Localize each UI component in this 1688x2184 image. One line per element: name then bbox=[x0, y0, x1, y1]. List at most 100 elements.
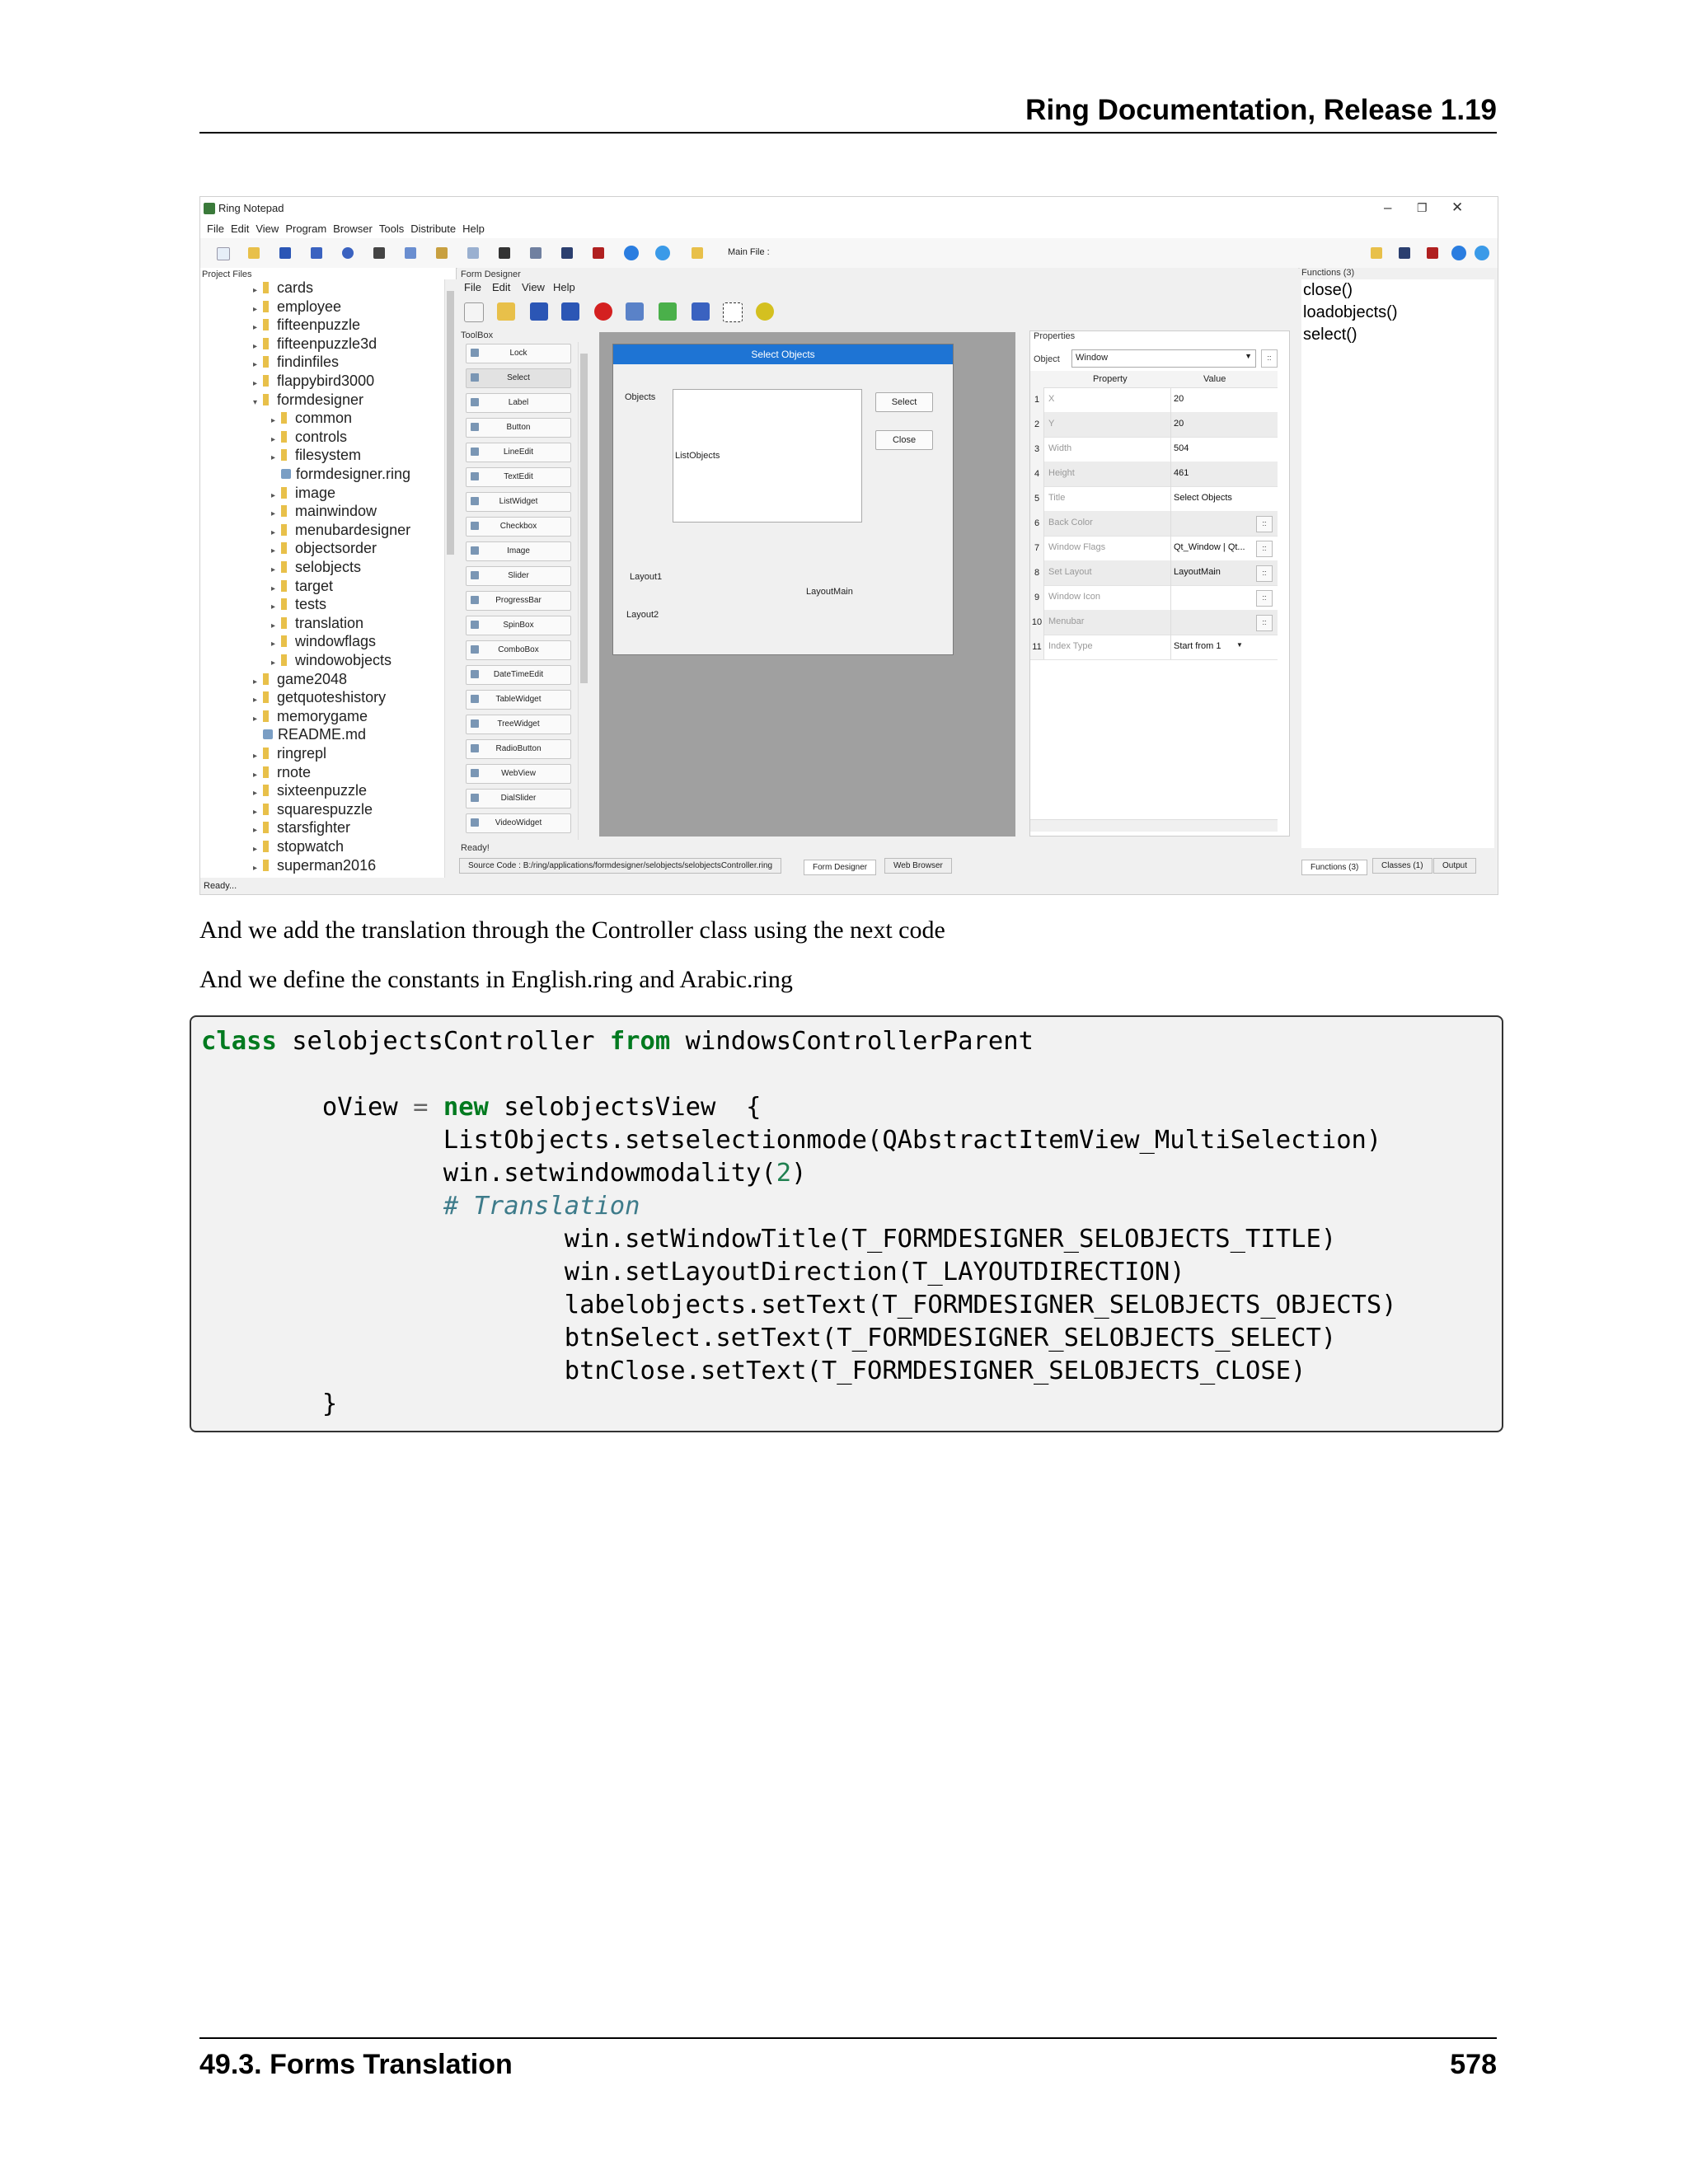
debug-icon[interactable] bbox=[593, 247, 604, 259]
menu-tools[interactable]: Tools bbox=[379, 223, 404, 235]
tool-button[interactable]: Select bbox=[466, 368, 571, 388]
tool-button[interactable]: Button bbox=[466, 418, 571, 438]
tool-button[interactable]: ProgressBar bbox=[466, 591, 571, 611]
property-value[interactable]: Select Objects bbox=[1174, 493, 1232, 503]
maximize-icon[interactable]: ❐ bbox=[1417, 201, 1428, 215]
fd-menu-file[interactable]: File bbox=[464, 281, 481, 293]
minimize-icon[interactable]: – bbox=[1384, 199, 1391, 216]
collapsed-arrow-icon[interactable]: ▸ bbox=[253, 342, 263, 351]
layout-main-label[interactable]: LayoutMain bbox=[806, 587, 853, 597]
property-row[interactable]: 2 Y 20 bbox=[1030, 412, 1278, 438]
tree-item[interactable]: ▸ fifteenpuzzle3d bbox=[253, 335, 377, 353]
collapsed-arrow-icon[interactable]: ▸ bbox=[271, 491, 281, 500]
tree-item[interactable]: ▸ tests bbox=[271, 596, 326, 613]
collapsed-arrow-icon[interactable]: ▸ bbox=[253, 360, 263, 369]
paste-icon[interactable] bbox=[436, 247, 448, 259]
form-close-button[interactable]: Close bbox=[875, 430, 933, 450]
tool-button[interactable]: DateTimeEdit bbox=[466, 665, 571, 685]
function-item[interactable]: close() bbox=[1303, 279, 1494, 302]
collapsed-arrow-icon[interactable]: ▸ bbox=[253, 286, 263, 295]
tree-item[interactable]: ▸ filesystem bbox=[271, 447, 361, 464]
project-scroll-thumb[interactable] bbox=[447, 291, 454, 555]
debug-icon-2[interactable] bbox=[1427, 247, 1438, 259]
property-value[interactable]: 20 bbox=[1174, 419, 1184, 429]
toolbox-scroll-thumb[interactable] bbox=[580, 354, 588, 683]
collapsed-arrow-icon[interactable]: ▸ bbox=[253, 379, 263, 388]
property-value-cell[interactable] bbox=[1170, 585, 1255, 610]
property-row[interactable]: 5 Title Select Objects bbox=[1030, 486, 1278, 512]
collapsed-arrow-icon[interactable]: ▸ bbox=[271, 584, 281, 593]
collapsed-arrow-icon[interactable]: ▸ bbox=[271, 602, 281, 612]
tree-item[interactable]: ▸ findinfiles bbox=[253, 354, 339, 371]
tool-button[interactable]: TreeWidget bbox=[466, 715, 571, 734]
tool-button[interactable]: Slider bbox=[466, 566, 571, 586]
collapsed-arrow-icon[interactable]: ▸ bbox=[271, 565, 281, 574]
design-canvas[interactable]: Select Objects Objects ListObjects Selec… bbox=[599, 332, 1015, 837]
form-select-button[interactable]: Select bbox=[875, 392, 933, 412]
project-scrollbar[interactable] bbox=[444, 279, 457, 878]
tree-item[interactable]: ▸ translation bbox=[271, 615, 363, 632]
collapsed-arrow-icon[interactable]: ▸ bbox=[253, 789, 263, 798]
property-edit-button[interactable]: :: bbox=[1256, 590, 1273, 607]
fd-menu-view[interactable]: View bbox=[522, 281, 545, 293]
window-icon[interactable] bbox=[561, 247, 573, 259]
print-icon[interactable] bbox=[530, 247, 542, 259]
open-main-file-icon[interactable] bbox=[692, 247, 703, 259]
collapsed-arrow-icon[interactable]: ▸ bbox=[253, 808, 263, 817]
property-value[interactable]: LayoutMain bbox=[1174, 567, 1221, 577]
collapsed-arrow-icon[interactable]: ▸ bbox=[253, 845, 263, 854]
tool-button[interactable]: Image bbox=[466, 541, 571, 561]
objects-label[interactable]: Objects bbox=[625, 392, 655, 402]
menu-edit[interactable]: Edit bbox=[231, 223, 249, 235]
menu-program[interactable]: Program bbox=[285, 223, 326, 235]
collapsed-arrow-icon[interactable]: ▸ bbox=[271, 658, 281, 668]
tree-item[interactable]: ▸ squarespuzzle bbox=[253, 801, 373, 818]
tool-button[interactable]: SpinBox bbox=[466, 616, 571, 635]
collapsed-arrow-icon[interactable]: ▸ bbox=[271, 546, 281, 555]
save-form-as-icon[interactable] bbox=[561, 302, 579, 321]
pen-icon[interactable] bbox=[499, 247, 510, 259]
stop-icon[interactable] bbox=[594, 302, 612, 321]
tree-item[interactable]: ▸ superman2016 bbox=[253, 857, 376, 874]
tree-item[interactable]: ▸ game2048 bbox=[253, 671, 347, 688]
tab-web-browser[interactable]: Web Browser bbox=[884, 858, 952, 874]
tree-item[interactable]: ▸ objectsorder bbox=[271, 540, 377, 557]
collapsed-arrow-icon[interactable]: ▸ bbox=[253, 323, 263, 332]
property-row[interactable]: 3 Width 504 bbox=[1030, 437, 1278, 462]
property-row[interactable]: 9 Window Icon:: bbox=[1030, 585, 1278, 611]
property-edit-button[interactable]: :: bbox=[1256, 516, 1273, 532]
tree-item[interactable]: ▸ flappybird3000 bbox=[253, 373, 374, 390]
save-form-icon[interactable] bbox=[530, 302, 548, 321]
tree-item[interactable]: ▸ rnote bbox=[253, 764, 311, 781]
run-icon-2[interactable] bbox=[1451, 246, 1466, 260]
function-item[interactable]: loadobjects() bbox=[1303, 302, 1494, 324]
cut-icon[interactable] bbox=[373, 247, 385, 259]
run-icon[interactable] bbox=[624, 246, 639, 260]
select-objects-icon[interactable] bbox=[723, 302, 743, 322]
tool-button[interactable]: TextEdit bbox=[466, 467, 571, 487]
collapsed-arrow-icon[interactable]: ▸ bbox=[253, 305, 263, 314]
menu-distribute[interactable]: Distribute bbox=[410, 223, 456, 235]
tree-item[interactable]: ▸ fifteenpuzzle bbox=[253, 316, 360, 334]
property-row[interactable]: 4 Height 461 bbox=[1030, 462, 1278, 487]
tab-form-designer[interactable]: Form Designer bbox=[804, 860, 877, 875]
collapsed-arrow-icon[interactable]: ▸ bbox=[271, 509, 281, 518]
tool-button[interactable]: DialSlider bbox=[466, 789, 571, 808]
tree-item[interactable]: README.md bbox=[253, 726, 366, 743]
save-as-icon[interactable] bbox=[311, 247, 322, 259]
collapsed-arrow-icon[interactable]: ▸ bbox=[253, 752, 263, 761]
collapsed-arrow-icon[interactable]: ▸ bbox=[271, 528, 281, 537]
property-value[interactable]: 20 bbox=[1174, 394, 1184, 404]
menu-browser[interactable]: Browser bbox=[333, 223, 373, 235]
property-value[interactable]: Start from 1 bbox=[1174, 641, 1221, 651]
property-value[interactable]: Qt_Window | Qt... bbox=[1174, 542, 1245, 552]
tree-item[interactable]: ▸ stopwatch bbox=[253, 838, 344, 855]
close-icon[interactable]: ✕ bbox=[1451, 199, 1463, 216]
expanded-arrow-icon[interactable]: ▾ bbox=[253, 398, 263, 407]
tree-item[interactable]: ▸ menubardesigner bbox=[271, 522, 410, 539]
tool-button[interactable]: ListWidget bbox=[466, 492, 571, 512]
tree-item[interactable]: ▸ getquoteshistory bbox=[253, 689, 386, 706]
menu-help[interactable]: Help bbox=[462, 223, 485, 235]
copy-icon[interactable] bbox=[405, 247, 416, 259]
tree-item[interactable]: ▸ cards bbox=[253, 279, 313, 297]
